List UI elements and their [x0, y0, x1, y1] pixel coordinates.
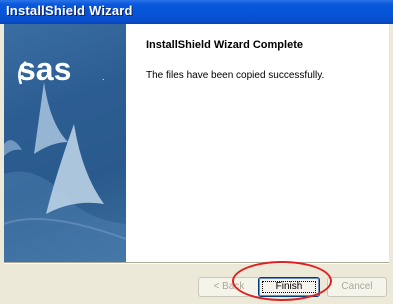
- window-title: InstallShield Wizard: [6, 3, 133, 18]
- page-heading: InstallShield Wizard Complete: [146, 39, 303, 51]
- back-button[interactable]: < Back: [198, 277, 260, 297]
- sas-logo-icon: sas .: [18, 51, 105, 87]
- svg-text:.: .: [102, 72, 105, 82]
- focus-rectangle: [262, 281, 316, 293]
- status-message: The files have been copied successfully.: [146, 70, 325, 81]
- title-bar[interactable]: InstallShield Wizard: [0, 0, 393, 24]
- svg-text:sas: sas: [18, 51, 71, 87]
- content-panel: InstallShield Wizard Complete The files …: [126, 24, 389, 262]
- side-banner: sas .: [4, 24, 126, 262]
- cancel-button[interactable]: Cancel: [327, 277, 387, 297]
- finish-button[interactable]: Finish: [258, 277, 320, 297]
- sas-logo: sas .: [18, 50, 118, 95]
- divider: [4, 262, 389, 264]
- installshield-window: InstallShield Wizard sas . InstallShield…: [0, 0, 393, 304]
